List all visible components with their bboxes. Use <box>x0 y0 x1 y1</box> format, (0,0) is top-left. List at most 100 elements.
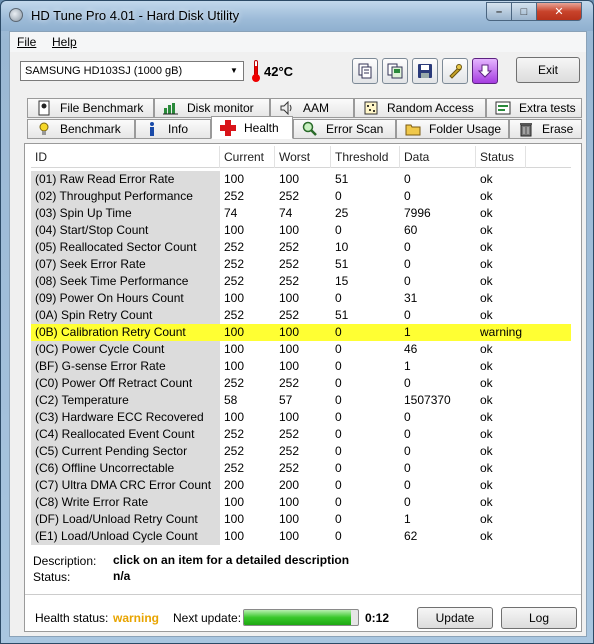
cell-id: (C4) Reallocated Event Count <box>31 426 220 443</box>
cell-current: 100 <box>224 495 245 509</box>
tab-extra-tests[interactable]: Extra tests <box>486 98 582 118</box>
cell-current: 252 <box>224 257 245 271</box>
drive-select[interactable]: SAMSUNG HD103SJ (1000 gB) ▼ <box>20 61 244 81</box>
cell-current: 100 <box>224 529 245 543</box>
column-header-data[interactable]: Data <box>400 146 476 168</box>
table-row[interactable]: (C4) Reallocated Event Count 252 252 0 0 ok <box>31 426 571 443</box>
cell-worst: 252 <box>279 461 300 475</box>
copy-screenshot-button[interactable] <box>382 58 408 84</box>
tab-file-benchmark[interactable]: File Benchmark <box>27 98 154 118</box>
window-title: HD Tune Pro 4.01 - Hard Disk Utility <box>31 8 240 23</box>
menu-file[interactable]: File <box>17 35 36 49</box>
download-button[interactable] <box>472 58 498 84</box>
update-progress-bar <box>243 609 359 626</box>
health-panel: ID Current Worst Threshold Data Status (… <box>24 143 582 632</box>
cell-id: (01) Raw Read Error Rate <box>31 171 220 188</box>
cell-id: (C3) Hardware ECC Recovered <box>31 409 220 426</box>
tab-benchmark[interactable]: Benchmark <box>27 119 135 139</box>
column-header-worst[interactable]: Worst <box>275 146 331 168</box>
table-row[interactable]: (02) Throughput Performance 252 252 0 0 ok <box>31 188 571 205</box>
cell-status: ok <box>480 495 493 509</box>
cell-id: (09) Power On Hours Count <box>31 290 220 307</box>
cell-data: 0 <box>404 274 411 288</box>
cell-worst: 74 <box>279 206 293 220</box>
cell-worst: 252 <box>279 308 300 322</box>
table-row[interactable]: (03) Spin Up Time 74 74 25 7996 ok <box>31 205 571 222</box>
table-row[interactable]: (05) Reallocated Sector Count 252 252 10 0 ok <box>31 239 571 256</box>
table-row[interactable]: (E1) Load/Unload Cycle Count 100 100 0 62 ok <box>31 528 571 545</box>
temperature-readout: 42°C <box>264 64 294 79</box>
tab-disk-monitor[interactable]: Disk monitor <box>154 98 270 118</box>
table-row[interactable]: (BF) G-sense Error Rate 100 100 0 1 ok <box>31 358 571 375</box>
table-row[interactable]: (DF) Load/Unload Retry Count 100 100 0 1 ok <box>31 511 571 528</box>
table-row[interactable]: (04) Start/Stop Count 100 100 0 60 ok <box>31 222 571 239</box>
cell-worst: 252 <box>279 257 300 271</box>
tab-label: Extra tests <box>519 101 576 115</box>
save-button[interactable] <box>412 58 438 84</box>
cell-current: 58 <box>224 393 238 407</box>
table-row[interactable]: (C5) Current Pending Sector 252 252 0 0 ok <box>31 443 571 460</box>
cell-id: (0A) Spin Retry Count <box>31 307 220 324</box>
tab-random-access[interactable]: Random Access <box>354 98 486 118</box>
table-row[interactable]: (0C) Power Cycle Count 100 100 0 46 ok <box>31 341 571 358</box>
options-button[interactable] <box>442 58 468 84</box>
tab-error-scan[interactable]: Error Scan <box>293 119 396 139</box>
table-row[interactable]: (0A) Spin Retry Count 252 252 51 0 ok <box>31 307 571 324</box>
table-row[interactable]: (C2) Temperature 58 57 0 1507370 ok <box>31 392 571 409</box>
table-row[interactable]: (C3) Hardware ECC Recovered 100 100 0 0 ok <box>31 409 571 426</box>
tab-erase[interactable]: Erase <box>509 119 582 139</box>
cell-data: 0 <box>404 444 411 458</box>
close-button[interactable]: ✕ <box>536 2 582 21</box>
cell-status: ok <box>480 189 493 203</box>
table-row[interactable]: (08) Seek Time Performance 252 252 15 0 ok <box>31 273 571 290</box>
tab-health[interactable]: Health <box>211 116 293 139</box>
column-header-status[interactable]: Status <box>476 146 526 168</box>
floppy-disk-icon <box>418 64 432 78</box>
smart-table[interactable]: ID Current Worst Threshold Data Status (… <box>31 146 571 546</box>
maximize-button[interactable]: □ <box>511 2 537 21</box>
cell-current: 100 <box>224 512 245 526</box>
exit-button[interactable]: Exit <box>516 57 580 83</box>
update-button[interactable]: Update <box>417 607 493 629</box>
cell-data: 7996 <box>404 206 431 220</box>
cell-id: (BF) G-sense Error Rate <box>31 358 220 375</box>
cell-id: (08) Seek Time Performance <box>31 273 220 290</box>
tab-info[interactable]: Info <box>135 119 211 139</box>
description-value: click on an item for a detailed descript… <box>113 553 350 567</box>
next-update-label: Next update: <box>173 611 242 625</box>
column-header-id[interactable]: ID <box>31 146 220 168</box>
table-row[interactable]: (01) Raw Read Error Rate 100 100 51 0 ok <box>31 171 571 188</box>
copy-info-button[interactable] <box>352 58 378 84</box>
table-row[interactable]: (C8) Write Error Rate 100 100 0 0 ok <box>31 494 571 511</box>
table-row[interactable]: (C0) Power Off Retract Count 252 252 0 0 ok <box>31 375 571 392</box>
tab-label: Folder Usage <box>429 122 502 136</box>
menu-help[interactable]: Help <box>52 35 77 49</box>
description-label: Description: <box>33 554 97 568</box>
tab-label: Disk monitor <box>187 101 254 115</box>
tab-label: Erase <box>542 122 574 136</box>
cell-threshold: 0 <box>335 359 342 373</box>
cell-current: 100 <box>224 410 245 424</box>
table-row[interactable]: (0B) Calibration Retry Count 100 100 0 1 warn… <box>31 324 571 341</box>
cell-worst: 100 <box>279 342 300 356</box>
column-header-threshold[interactable]: Threshold <box>331 146 400 168</box>
cell-current: 200 <box>224 478 245 492</box>
dropdown-arrow-icon[interactable]: ▼ <box>227 64 241 78</box>
cell-id: (C6) Offline Uncorrectable <box>31 460 220 477</box>
title-bar[interactable]: HD Tune Pro 4.01 - Hard Disk Utility – □… <box>1 1 593 31</box>
cell-current: 252 <box>224 189 245 203</box>
tab-folder-usage[interactable]: Folder Usage <box>396 119 509 139</box>
table-row[interactable]: (C6) Offline Uncorrectable 252 252 0 0 ok <box>31 460 571 477</box>
table-row[interactable]: (C7) Ultra DMA CRC Error Count 200 200 0 0 ok <box>31 477 571 494</box>
down-arrow-icon <box>477 64 493 78</box>
cell-data: 60 <box>404 223 418 237</box>
tab-aam[interactable]: AAM <box>270 98 354 118</box>
minimize-button[interactable]: – <box>486 2 512 21</box>
table-row[interactable]: (09) Power On Hours Count 100 100 0 31 ok <box>31 290 571 307</box>
cell-threshold: 0 <box>335 393 342 407</box>
cell-id: (03) Spin Up Time <box>31 205 220 222</box>
cell-status: ok <box>480 461 493 475</box>
column-header-current[interactable]: Current <box>220 146 275 168</box>
table-row[interactable]: (07) Seek Error Rate 252 252 51 0 ok <box>31 256 571 273</box>
log-button[interactable]: Log <box>501 607 577 629</box>
